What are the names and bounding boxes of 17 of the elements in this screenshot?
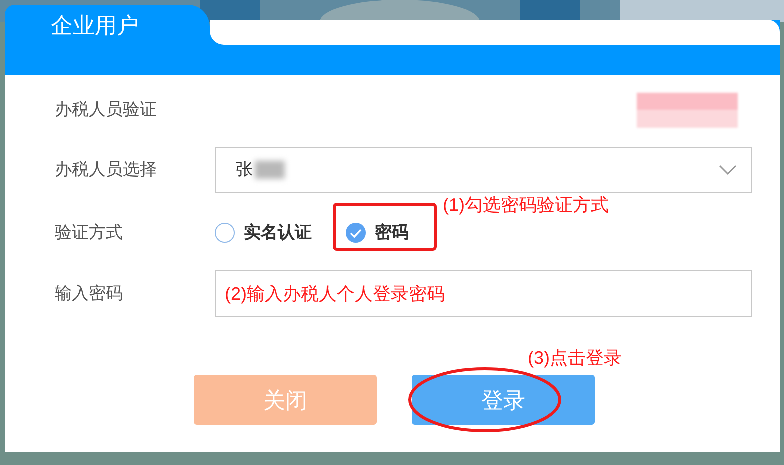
radio-button[interactable] bbox=[215, 223, 235, 243]
check-icon bbox=[350, 228, 362, 238]
password-field[interactable] bbox=[215, 270, 752, 317]
field-label: 办税人员验证 bbox=[55, 99, 158, 122]
annotation-text: (2)输入办税人个人登录密码 bbox=[225, 283, 445, 306]
chevron-down-icon bbox=[719, 165, 737, 175]
radio-button[interactable] bbox=[346, 223, 366, 243]
blurred-patch bbox=[255, 161, 285, 179]
select-value: 张 bbox=[236, 159, 253, 182]
radio-option[interactable]: 实名认证 bbox=[215, 220, 312, 246]
radio-option[interactable]: 密码 bbox=[346, 220, 409, 246]
select-field[interactable]: 张 bbox=[215, 147, 752, 193]
field-label: 办税人员选择 bbox=[55, 159, 158, 182]
annotation-text: (3)点击登录 bbox=[528, 347, 622, 370]
annotation-text: (1)勾选密码验证方式 bbox=[443, 194, 609, 217]
field-label: 输入密码 bbox=[55, 282, 124, 305]
field-label: 验证方式 bbox=[55, 222, 124, 244]
